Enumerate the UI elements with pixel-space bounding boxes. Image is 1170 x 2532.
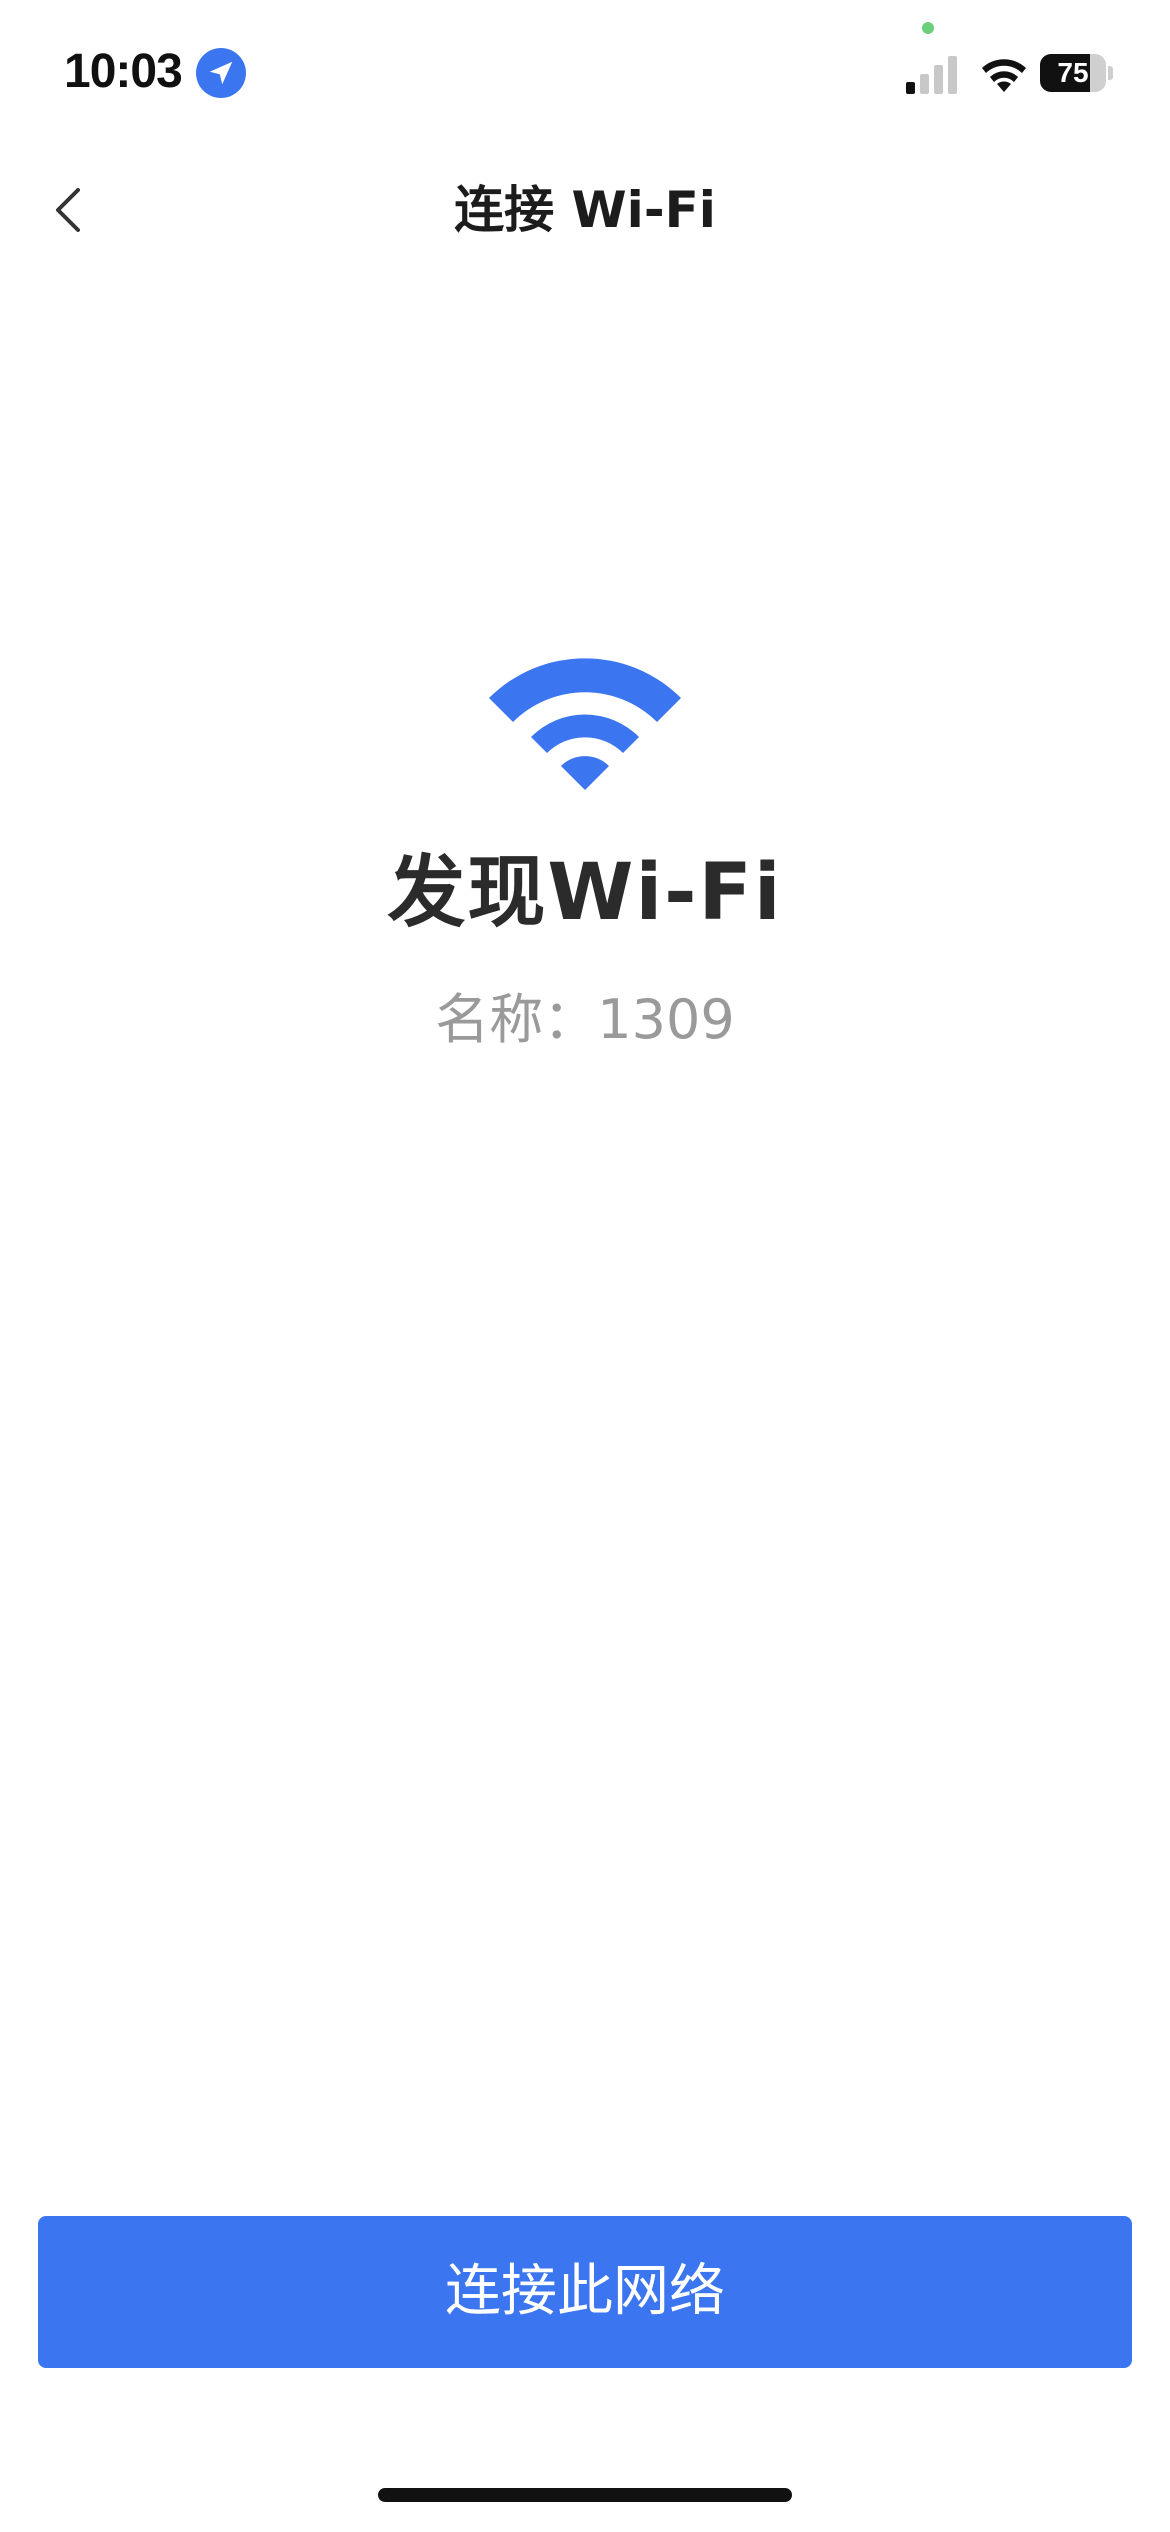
location-arrow-icon <box>196 48 246 98</box>
page-title: 连接 Wi-Fi <box>454 181 716 239</box>
wifi-status-icon <box>982 59 1026 92</box>
wifi-found-heading: 发现Wi-Fi <box>387 848 783 938</box>
network-name-label: 名称：1309 <box>435 988 735 1051</box>
status-bar: 10:03 75 <box>0 0 1170 150</box>
battery-icon: 75 <box>1040 54 1113 92</box>
navigation-bar: 连接 Wi-Fi <box>0 150 1170 270</box>
battery-level-text: 75 <box>1057 57 1089 88</box>
home-indicator[interactable] <box>378 2488 792 2502</box>
back-button[interactable] <box>30 170 110 250</box>
status-time: 10:03 <box>64 45 183 98</box>
privacy-indicator-dot <box>922 22 934 34</box>
chevron-left-icon <box>56 188 80 232</box>
connect-network-button[interactable]: 连接此网络 <box>38 2216 1132 2368</box>
cellular-signal-icon <box>906 56 957 94</box>
wifi-icon <box>489 658 681 790</box>
